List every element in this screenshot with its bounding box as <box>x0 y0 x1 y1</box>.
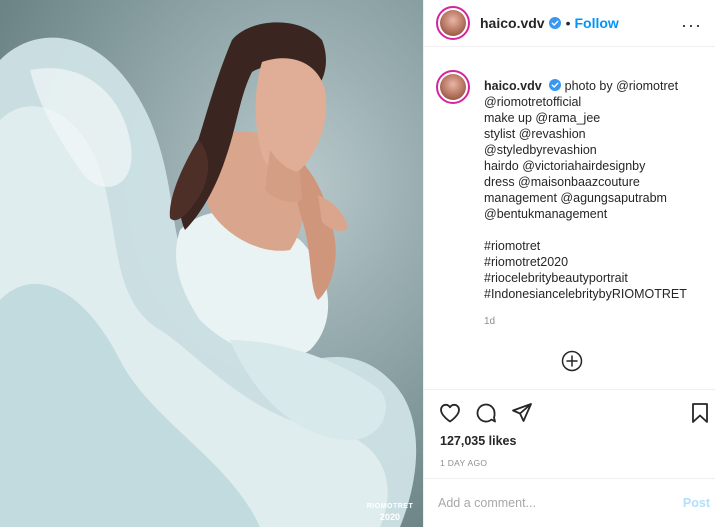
post-header: haico.vdv • Follow ··· <box>424 0 715 47</box>
post-photo[interactable]: RIOMOTRET 2020 <box>0 0 423 527</box>
caption-text: haico.vdv photo by @riomotret @riomotret… <box>484 78 710 302</box>
hashtag-link[interactable]: #riomotret2020 <box>484 254 710 270</box>
caption-line: @bentukmanagement <box>484 207 608 221</box>
post-timestamp[interactable]: 1 DAY AGO <box>440 458 487 468</box>
caption-line: @styledbyrevashion <box>484 143 597 157</box>
heart-icon[interactable] <box>438 401 462 425</box>
photo-watermark: RIOMOTRET 2020 <box>362 502 418 522</box>
comment-input[interactable] <box>438 493 658 513</box>
post-photo-illustration <box>0 22 417 527</box>
share-icon[interactable] <box>510 401 534 425</box>
watermark-line2: 2020 <box>379 512 401 522</box>
comment-icon[interactable] <box>474 401 498 425</box>
hashtag-link[interactable]: #IndonesiancelebritybyRIOMOTRET <box>484 286 710 302</box>
load-more-icon[interactable] <box>561 350 583 372</box>
caption-line: @riomotretofficial <box>484 95 582 109</box>
action-bar <box>424 389 715 429</box>
hashtag-link[interactable]: #riocelebritybeautyportrait <box>484 270 710 286</box>
author-username[interactable]: haico.vdv <box>480 15 545 31</box>
verified-icon <box>549 79 562 91</box>
caption-line: stylist @revashion <box>484 127 586 141</box>
likes-count[interactable]: 127,035 likes <box>440 434 516 448</box>
caption-avatar[interactable] <box>436 70 470 104</box>
post-side-panel: haico.vdv • Follow ··· haico.vdv photo b… <box>423 0 715 527</box>
verified-icon <box>548 17 561 29</box>
caption-line: management @agungsaputrabm <box>484 191 667 205</box>
author-avatar[interactable] <box>436 6 470 40</box>
more-options-icon[interactable]: ··· <box>681 15 702 36</box>
caption-line: hairdo @victoriahairdesignby <box>484 159 646 173</box>
follow-button[interactable]: Follow <box>575 15 619 31</box>
comment-bar: Post <box>424 478 715 527</box>
bookmark-icon[interactable] <box>688 401 712 425</box>
post-comment-button[interactable]: Post <box>683 496 710 510</box>
hashtag-link[interactable]: #riomotret <box>484 238 710 254</box>
watermark-line1: RIOMOTRET <box>366 503 414 510</box>
caption-line: make up @rama_jee <box>484 111 601 125</box>
caption-first-line: haico.vdv photo by @riomotret <box>484 78 710 94</box>
caption-time: 1d <box>484 316 496 327</box>
caption-line: photo by @riomotret <box>564 79 679 93</box>
caption-line: dress @maisonbaazcouture <box>484 175 640 189</box>
caption-username[interactable]: haico.vdv <box>484 79 542 93</box>
header-separator: • <box>565 15 571 31</box>
